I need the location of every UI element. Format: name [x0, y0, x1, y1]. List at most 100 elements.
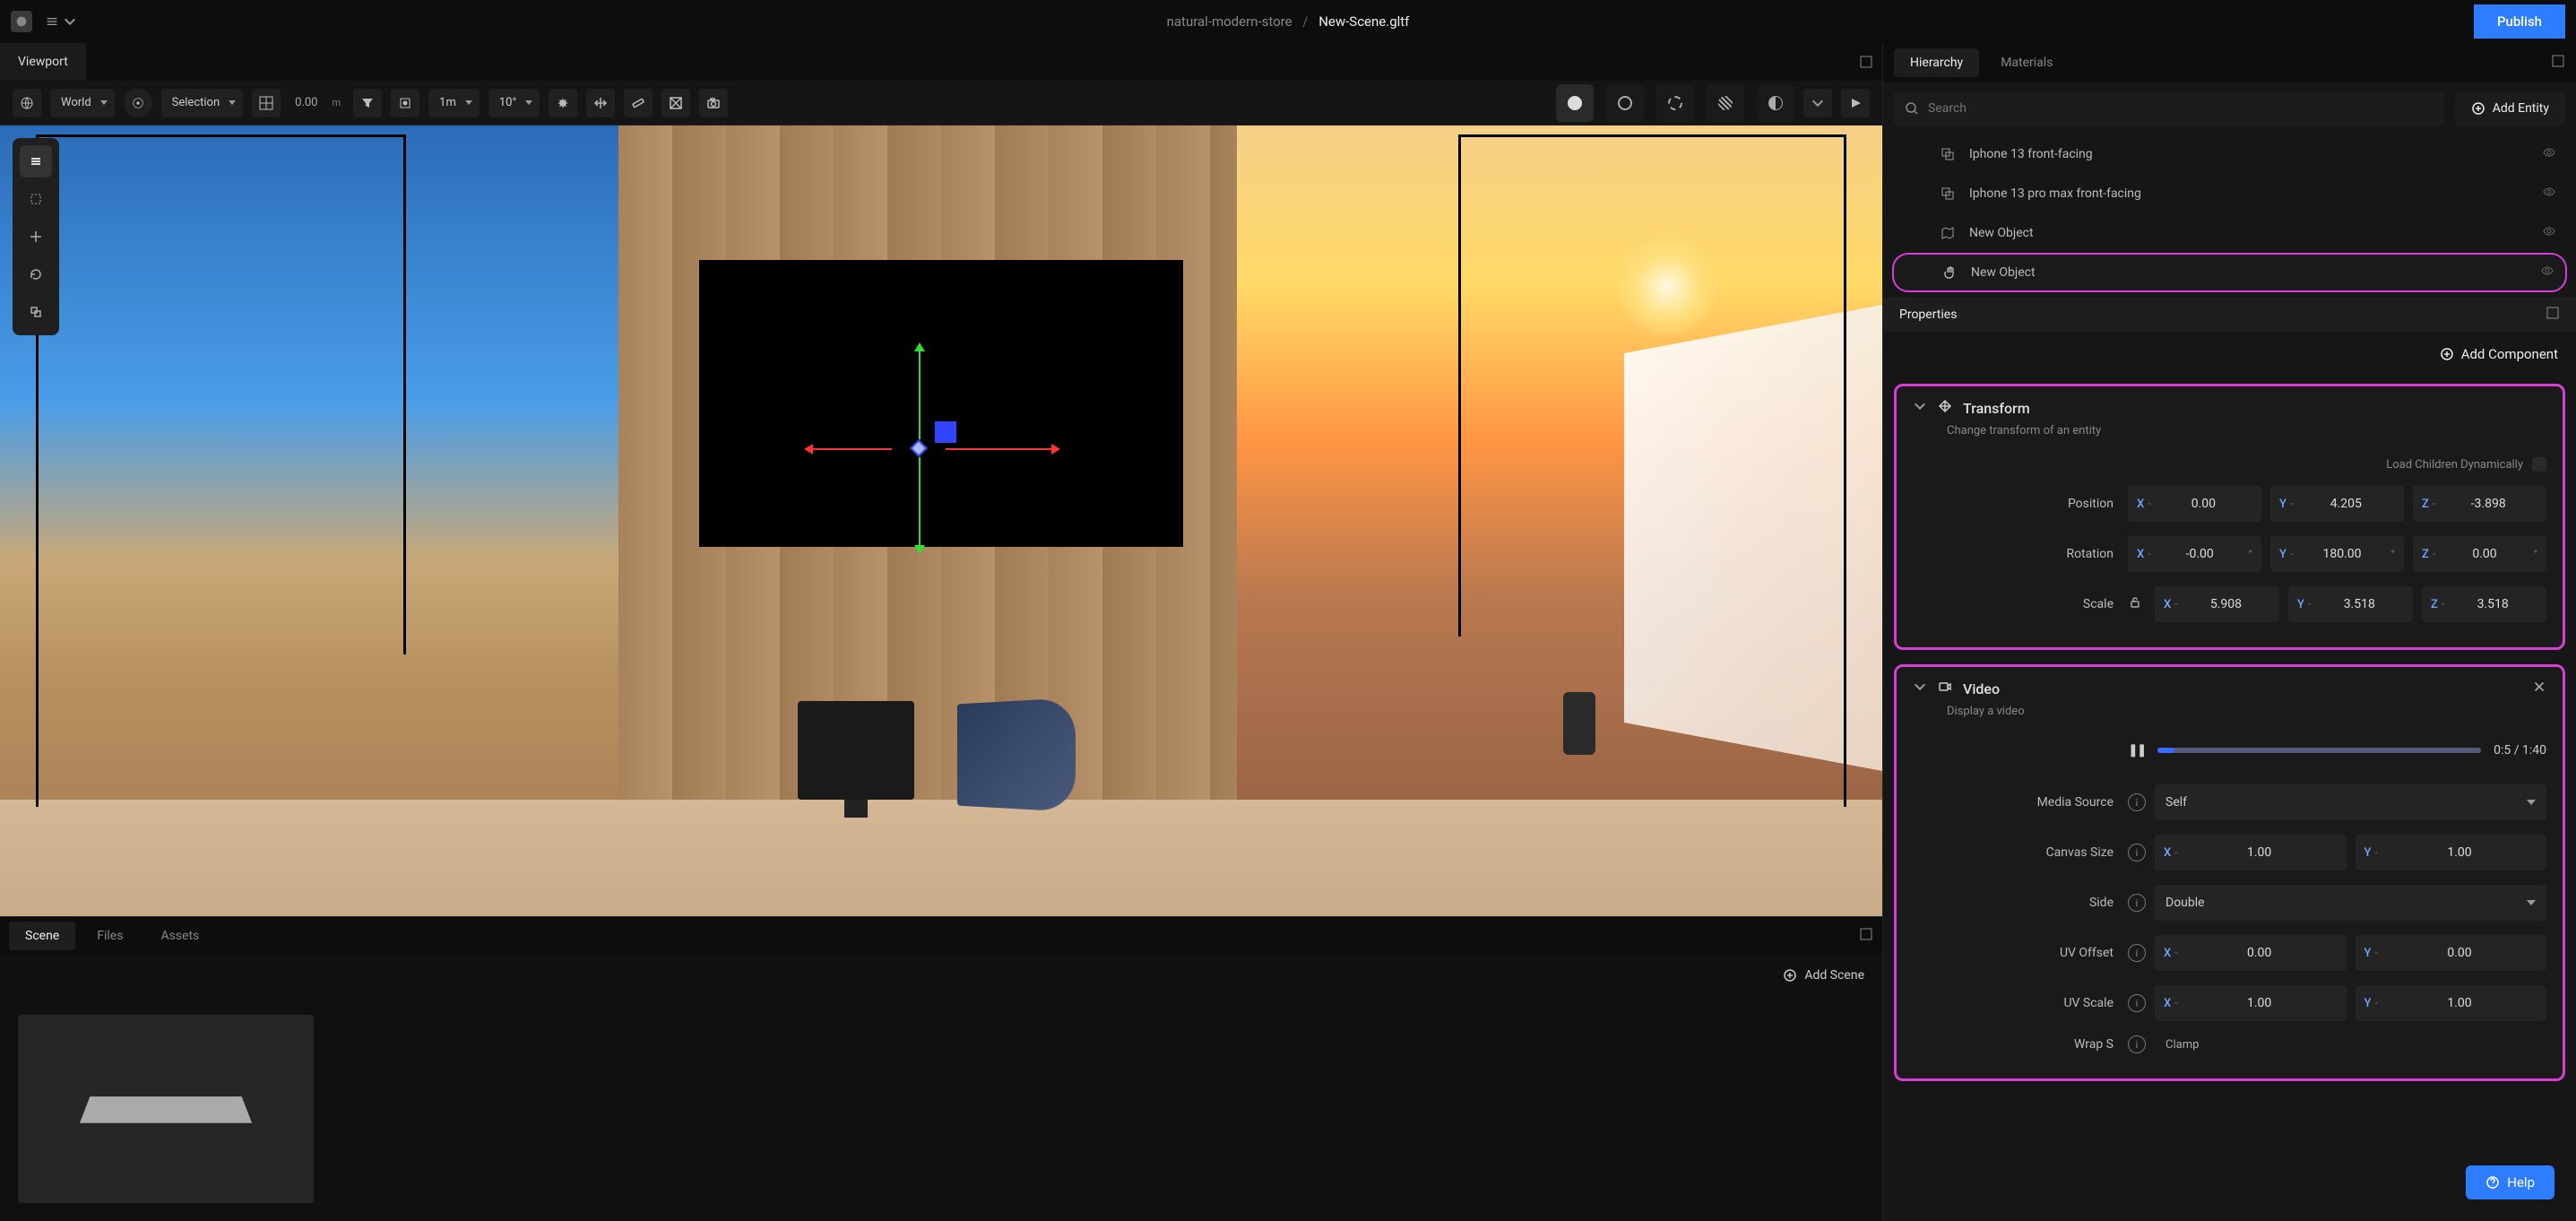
tool-move-icon[interactable] — [20, 221, 52, 253]
info-icon[interactable]: i — [2128, 1035, 2146, 1053]
tool-rotate-icon[interactable] — [20, 258, 52, 290]
pause-button[interactable]: ❚❚ — [2128, 743, 2145, 758]
scene-canvas[interactable] — [0, 126, 1882, 916]
uv-offset-y-input[interactable]: Y-0.00 — [2356, 935, 2547, 971]
add-entity-button[interactable]: Add Entity — [2455, 91, 2565, 126]
info-icon[interactable]: i — [2128, 844, 2146, 862]
play-button[interactable] — [1841, 89, 1870, 117]
coord-space-icon[interactable] — [13, 89, 41, 117]
visibility-icon[interactable] — [2542, 224, 2556, 242]
hierarchy-item[interactable]: New Object — [1892, 213, 2567, 253]
snap-filter-icon[interactable] — [353, 89, 382, 117]
viewport-popout-icon[interactable] — [1859, 55, 1873, 69]
info-icon[interactable]: i — [2128, 944, 2146, 962]
load-children-label: Load Children Dynamically — [2386, 458, 2523, 472]
assets-popout-icon[interactable] — [1859, 927, 1873, 945]
chevron-down-icon[interactable] — [1913, 399, 1927, 417]
snap-angle-select[interactable]: 10° — [488, 89, 540, 117]
measure-icon[interactable] — [624, 89, 653, 117]
uv-scale-y-input[interactable]: Y-1.00 — [2356, 985, 2547, 1021]
scale-label: Scale — [1913, 597, 2119, 611]
position-x-input[interactable]: X-0.00 — [2128, 486, 2261, 522]
snap-target-icon[interactable] — [391, 89, 419, 117]
info-icon[interactable]: i — [2128, 994, 2146, 1012]
shading-wireframe[interactable] — [1656, 84, 1694, 122]
coord-space-select[interactable]: World — [50, 89, 115, 117]
properties-popout-icon[interactable] — [2546, 306, 2560, 324]
tab-hierarchy[interactable]: Hierarchy — [1894, 48, 1979, 77]
tab-materials[interactable]: Materials — [1984, 48, 2069, 77]
hierarchy-popout-icon[interactable] — [2551, 54, 2565, 72]
video-progress-bar[interactable] — [2157, 748, 2481, 753]
chevron-down-icon[interactable] — [1913, 680, 1927, 697]
media-source-select[interactable]: Self — [2155, 784, 2546, 820]
helper-icon[interactable] — [661, 89, 690, 117]
tv-object-1[interactable] — [798, 701, 914, 800]
tab-files[interactable]: Files — [81, 922, 139, 950]
assets-tabbar: Scene Files Assets — [0, 917, 1882, 955]
tab-scene[interactable]: Scene — [9, 922, 75, 950]
shading-lit[interactable] — [1556, 84, 1594, 122]
help-button[interactable]: Help — [2466, 1165, 2554, 1199]
publish-button[interactable]: Publish — [2474, 4, 2565, 39]
shading-unlit[interactable] — [1606, 84, 1644, 122]
hierarchy-item-selected[interactable]: New Object — [1892, 253, 2567, 292]
hamburger-menu[interactable] — [43, 8, 79, 35]
pivot-icon[interactable] — [124, 89, 152, 117]
position-y-input[interactable]: Y-4.205 — [2270, 486, 2404, 522]
visibility-icon[interactable] — [2542, 145, 2556, 163]
grid-value[interactable]: 0.00 — [290, 96, 323, 109]
scale-x-input[interactable]: X-5.908 — [2155, 586, 2279, 622]
video-screen-object[interactable] — [699, 260, 1183, 547]
selection-mode-select[interactable]: Selection — [161, 89, 243, 117]
tool-menu-icon[interactable] — [20, 145, 52, 178]
app-logo[interactable] — [11, 11, 32, 32]
side-select[interactable]: Double — [2155, 885, 2546, 921]
scale-y-input[interactable]: Y-3.518 — [2288, 586, 2413, 622]
breadcrumb: natural-modern-store / New-Scene.gltf — [1167, 13, 1410, 30]
snap-distance-select[interactable]: 1m — [428, 89, 480, 117]
properties-header: Properties — [1883, 298, 2576, 332]
phone-object[interactable] — [1563, 692, 1595, 755]
shading-normals[interactable] — [1707, 84, 1744, 122]
add-scene-button[interactable]: Add Scene — [0, 955, 1882, 997]
grid-icon[interactable] — [252, 89, 281, 117]
rotation-x-input[interactable]: X--0.00° — [2128, 536, 2261, 572]
scale-z-input[interactable]: Z-3.518 — [2422, 586, 2546, 622]
rotation-z-input[interactable]: Z-0.00° — [2413, 536, 2546, 572]
uv-offset-label: UV Offset — [1913, 946, 2119, 960]
hierarchy-item[interactable]: Iphone 13 front-facing — [1892, 134, 2567, 174]
side-label: Side — [1913, 896, 2119, 910]
shading-shadow[interactable] — [1757, 84, 1794, 122]
position-z-input[interactable]: Z--3.898 — [2413, 486, 2546, 522]
visibility-icon[interactable] — [2540, 264, 2554, 281]
camera-icon[interactable] — [699, 89, 728, 117]
canvas-size-x-input[interactable]: X-1.00 — [2155, 835, 2347, 870]
add-component-button[interactable]: Add Component — [1883, 332, 2576, 377]
tv-object-2[interactable] — [957, 697, 1076, 812]
visibility-icon[interactable] — [2542, 185, 2556, 203]
canvas-size-y-input[interactable]: Y-1.00 — [2356, 835, 2547, 870]
search-input[interactable] — [1928, 101, 2433, 116]
load-children-checkbox[interactable] — [2532, 457, 2546, 472]
scene-thumbnail[interactable] — [18, 1015, 314, 1203]
info-icon[interactable]: i — [2128, 894, 2146, 912]
tab-viewport[interactable]: Viewport — [0, 43, 86, 81]
transform-desc: Change transform of an entity — [1913, 424, 2546, 450]
viewport-3d[interactable] — [0, 126, 1882, 916]
rotation-y-input[interactable]: Y-180.00° — [2270, 536, 2404, 572]
info-icon[interactable]: i — [2128, 793, 2146, 811]
transform-tool-icon[interactable] — [586, 89, 615, 117]
uv-offset-x-input[interactable]: X-0.00 — [2155, 935, 2347, 971]
tab-assets[interactable]: Assets — [144, 922, 215, 950]
video-icon — [1938, 680, 1952, 697]
shading-more-icon[interactable] — [1803, 89, 1832, 117]
hierarchy-item[interactable]: Iphone 13 pro max front-facing — [1892, 174, 2567, 213]
lock-icon[interactable] — [2128, 595, 2142, 613]
tool-select-icon[interactable] — [20, 183, 52, 215]
tool-scale-icon[interactable] — [20, 296, 52, 328]
hierarchy-search[interactable] — [1894, 91, 2444, 126]
close-icon[interactable] — [2532, 680, 2546, 697]
uv-scale-x-input[interactable]: X-1.00 — [2155, 985, 2347, 1021]
effects-icon[interactable] — [549, 89, 577, 117]
